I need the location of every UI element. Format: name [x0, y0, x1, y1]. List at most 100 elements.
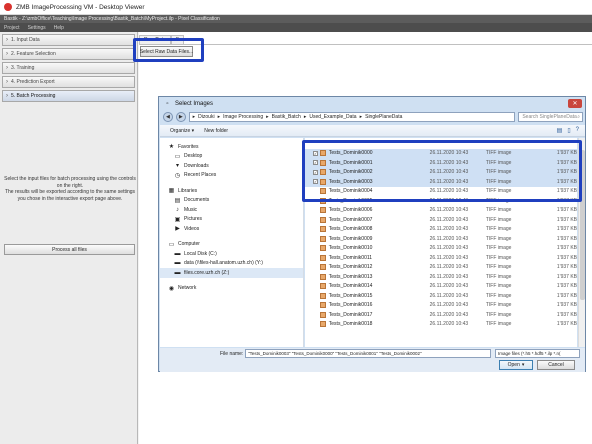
file-list-scrollbar[interactable] — [578, 138, 585, 347]
file-name: Tests_Dominik0017 — [328, 311, 373, 318]
file-name: Tests_Dominik0012 — [328, 264, 373, 271]
file-row[interactable]: ✓ Tests_Dominik0001 26.11.2020 10:43 TIFF i… — [305, 158, 577, 168]
file-type: TIFF image — [485, 302, 512, 309]
file-row[interactable]: Tests_Dominik0015 26.11.2020 10:43 TIFF im… — [305, 291, 577, 301]
nav-local-disk[interactable]: ▬ Local Disk (C:) — [160, 249, 303, 259]
file-date: 26.11.2020 10:43 — [429, 254, 469, 261]
help-icon[interactable]: ? — [576, 127, 579, 134]
nav-label: files.core.uzh.ch (Z:) — [184, 269, 230, 276]
file-row[interactable]: Tests_Dominik0011 26.11.2020 10:43 TIFF im… — [305, 253, 577, 263]
nav-files-core[interactable]: ▬ files.core.uzh.ch (Z:) — [160, 268, 303, 278]
nav-computer[interactable]: ▭ Computer — [160, 240, 303, 250]
select-raw-data-files-button[interactable]: Select Raw Data Files... — [140, 46, 193, 57]
file-name: Tests_Dominik0006 — [328, 207, 373, 214]
file-row[interactable]: Tests_Dominik0012 26.11.2020 10:43 TIFF im… — [305, 263, 577, 273]
nav-pictures[interactable]: ▣ Pictures — [160, 215, 303, 225]
file-type: TIFF image — [485, 169, 512, 176]
file-size: 1'937 KB — [556, 150, 577, 157]
chevron-right-icon: › — [6, 79, 8, 85]
file-checkbox[interactable]: ✓ — [313, 150, 318, 156]
search-input[interactable]: Search SinglePlaneData ⌕ — [518, 112, 584, 122]
nav-downloads[interactable]: ▾ Downloads — [160, 161, 303, 171]
organize-button[interactable]: Organize ▾ — [170, 128, 194, 134]
preview-pane-icon[interactable]: ▯ — [567, 127, 570, 134]
cancel-button[interactable]: Cancel — [537, 360, 575, 370]
select-images-dialog: ▫ Select Images ✕ ◀ ▶ ▸ Dizouki ▸ Image P… — [158, 96, 586, 372]
file-type-select[interactable]: Image files (*.h5 *.hdf5 *.ilp *.n( — [495, 349, 580, 358]
nav-label: Downloads — [184, 162, 209, 169]
new-folder-button[interactable]: New folder — [204, 128, 228, 134]
file-row[interactable]: Tests_Dominik0014 26.11.2020 10:43 TIFF im… — [305, 282, 577, 292]
nav-music[interactable]: ♪ Music — [160, 205, 303, 215]
tiff-file-icon — [319, 264, 326, 271]
applet-feature-selection[interactable]: › 2. Feature Selection — [2, 48, 135, 60]
applet-label: 3. Training — [11, 65, 35, 71]
applet-batch-processing[interactable]: › 5. Batch Processing — [2, 90, 135, 102]
applet-prediction-export[interactable]: › 4. Prediction Export — [2, 76, 135, 88]
folder-icon: ▸ — [192, 114, 196, 120]
file-row[interactable]: Tests_Dominik0008 26.11.2020 10:43 TIFF im… — [305, 225, 577, 235]
breadcrumb-4[interactable]: SinglePlaneData — [365, 114, 402, 120]
file-row[interactable]: Tests_Dominik0007 26.11.2020 10:43 TIFF im… — [305, 215, 577, 225]
file-name: Tests_Dominik0003 — [328, 178, 373, 185]
citrix-logo-icon — [4, 3, 12, 11]
organize-label: Organize — [170, 127, 191, 134]
nav-label: Videos — [184, 225, 200, 232]
file-size: 1'937 KB — [556, 226, 577, 233]
file-name-label: File name: — [220, 351, 244, 357]
applet-training[interactable]: › 3. Training — [2, 62, 135, 74]
breadcrumb-0[interactable]: Dizouki — [198, 114, 214, 120]
file-row[interactable]: Tests_Dominik0013 26.11.2020 10:43 TIFF im… — [305, 272, 577, 282]
breadcrumb-3[interactable]: Used_Example_Data — [309, 114, 356, 120]
address-bar[interactable]: ▸ Dizouki ▸ Image Processing ▸ Bastik_Batc… — [188, 112, 516, 122]
tiff-file-icon — [320, 178, 326, 185]
back-arrow-icon[interactable]: ◀ — [163, 112, 173, 122]
nav-videos[interactable]: ▶ Videos — [160, 224, 303, 234]
nav-libraries[interactable]: ▦ Libraries — [160, 186, 303, 196]
file-type: TIFF image — [485, 292, 512, 299]
file-row[interactable]: ✓ Tests_Dominik0003 26.11.2020 10:43 TIFF i… — [305, 177, 577, 187]
file-type: TIFF image — [485, 254, 512, 261]
breadcrumb-2[interactable]: Bastik_Batch — [272, 114, 301, 120]
file-row[interactable]: ✓ Tests_Dominik0002 26.11.2020 10:43 TIFF i… — [305, 167, 577, 177]
process-all-files-button[interactable]: Process all files — [4, 244, 135, 255]
breadcrumb-1[interactable]: Image Processing — [223, 114, 263, 120]
file-row[interactable]: Tests_Dominik0010 26.11.2020 10:43 TIFF im… — [305, 244, 577, 254]
close-icon[interactable]: ✕ — [568, 99, 582, 108]
menu-settings[interactable]: Settings — [28, 25, 46, 31]
file-row[interactable]: Tests_Dominik0009 26.11.2020 10:43 TIFF im… — [305, 234, 577, 244]
file-size: 1'937 KB — [556, 178, 577, 185]
file-row[interactable]: Tests_Dominik0004 26.11.2020 10:43 TIFF im… — [305, 187, 577, 197]
file-checkbox[interactable]: ✓ — [313, 160, 318, 166]
scrollbar-thumb[interactable] — [580, 150, 585, 300]
nav-data-drive[interactable]: ▬ data (\\files-hall.anatom.uzh.ch) (Y:) — [160, 259, 303, 269]
nav-network[interactable]: ◉ Network — [160, 284, 303, 294]
file-checkbox[interactable]: ✓ — [313, 169, 318, 175]
applet-input-data[interactable]: › 1. Input Data — [2, 34, 135, 46]
file-row[interactable]: Tests_Dominik0017 26.11.2020 10:43 TIFF im… — [305, 310, 577, 320]
tiff-file-icon — [320, 150, 326, 157]
file-row[interactable]: Tests_Dominik0016 26.11.2020 10:43 TIFF im… — [305, 301, 577, 311]
forward-arrow-icon[interactable]: ▶ — [175, 112, 186, 122]
file-row[interactable]: Tests_Dominik0005 26.11.2020 10:43 TIFF im… — [305, 196, 577, 206]
menu-help[interactable]: Help — [54, 25, 64, 31]
view-options-icon[interactable]: ▤ — [557, 127, 563, 134]
nav-documents[interactable]: ▤ Documents — [160, 196, 303, 206]
window-icon: ▫ — [166, 100, 169, 107]
file-row[interactable]: ✓ Tests_Dominik0000 26.11.2020 10:43 TIFF i… — [305, 148, 577, 158]
nav-recent-places[interactable]: ◷ Recent Places — [160, 171, 303, 181]
file-row[interactable]: Tests_Dominik0018 26.11.2020 10:43 TIFF im… — [305, 320, 577, 330]
file-name: Tests_Dominik0018 — [328, 321, 373, 328]
open-button[interactable]: Open ▾ — [499, 360, 533, 370]
menu-project[interactable]: Project — [4, 25, 20, 31]
file-name-input[interactable]: "Tests_Dominik0003" "Tests_Dominik0000" … — [245, 349, 491, 358]
nav-favorites[interactable]: ★ Favorites — [160, 142, 303, 152]
dialog-toolbar: Organize ▾ New folder ▤ ▯ ? — [160, 125, 585, 137]
nav-desktop[interactable]: ▭ Desktop — [160, 152, 303, 162]
breadcrumb-sep-icon: ▸ — [359, 114, 363, 120]
file-date: 26.11.2020 10:43 — [429, 226, 469, 233]
file-date: 26.11.2020 10:43 — [429, 197, 469, 204]
file-checkbox[interactable]: ✓ — [313, 179, 318, 185]
tab-divider — [139, 44, 592, 45]
file-row[interactable]: Tests_Dominik0006 26.11.2020 10:43 TIFF im… — [305, 206, 577, 216]
